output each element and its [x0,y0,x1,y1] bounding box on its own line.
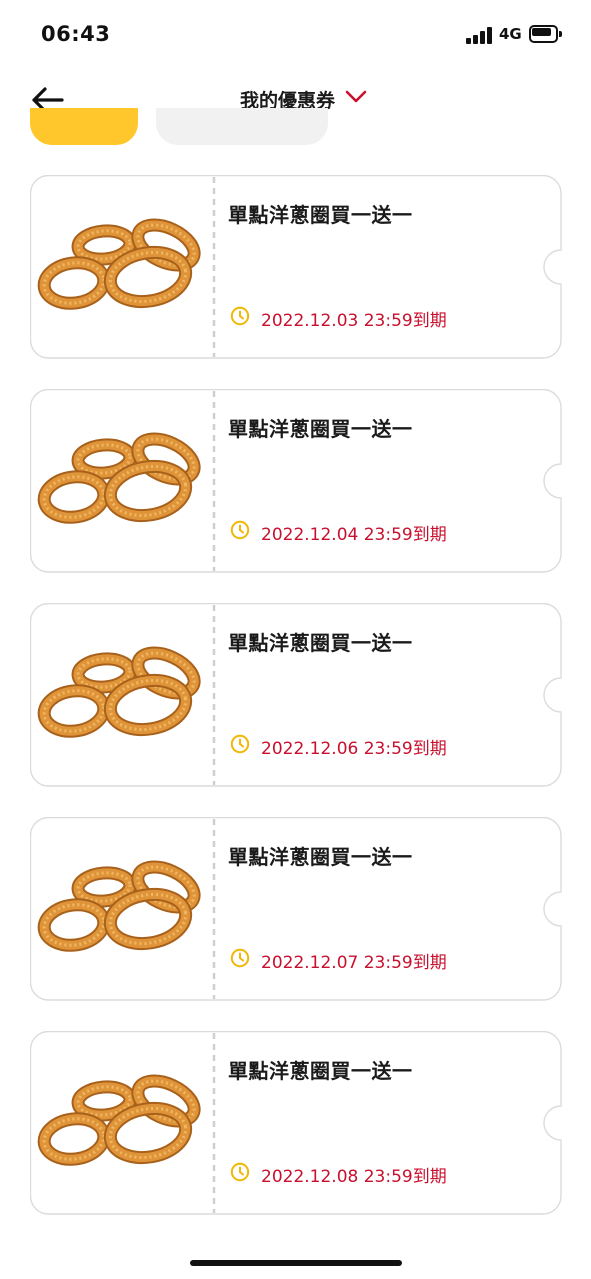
coupon-title: 單點洋蔥圈買一送一 [228,417,413,441]
coupon-list: 單點洋蔥圈買一送一 2022.12.03 23:59到期 單點洋蔥圈買一送一 2… [30,175,562,1245]
coupon-expiry: 2022.12.07 23:59到期 [261,953,447,973]
onion-rings-image [36,1071,208,1181]
onion-rings-image [36,215,208,325]
coupon-title: 單點洋蔥圈買一送一 [228,631,413,655]
network-type-label: 4G [499,25,522,43]
clock-icon [230,520,250,540]
clock-icon [230,948,250,968]
cellular-signal-icon [466,27,493,44]
clock-icon [230,306,250,326]
filter-chip-inactive[interactable] [156,108,328,145]
onion-rings-image [36,429,208,539]
onion-rings-image [36,857,208,967]
clock-icon [230,1162,250,1182]
chevron-down-icon[interactable] [344,88,368,106]
coupon-title: 單點洋蔥圈買一送一 [228,203,413,227]
coupon-expiry: 2022.12.08 23:59到期 [261,1167,447,1187]
status-time: 06:43 [41,22,111,46]
status-bar: 06:43 4G [0,0,591,70]
coupon-card[interactable]: 單點洋蔥圈買一送一 2022.12.03 23:59到期 [30,175,562,359]
coupon-title: 單點洋蔥圈買一送一 [228,1059,413,1083]
coupon-expiry: 2022.12.04 23:59到期 [261,525,447,545]
coupon-card[interactable]: 單點洋蔥圈買一送一 2022.12.08 23:59到期 [30,1031,562,1215]
coupon-expiry: 2022.12.06 23:59到期 [261,739,447,759]
coupon-title: 單點洋蔥圈買一送一 [228,845,413,869]
coupon-card[interactable]: 單點洋蔥圈買一送一 2022.12.06 23:59到期 [30,603,562,787]
coupon-card[interactable]: 單點洋蔥圈買一送一 2022.12.04 23:59到期 [30,389,562,573]
clock-icon [230,734,250,754]
onion-rings-image [36,643,208,753]
coupon-card[interactable]: 單點洋蔥圈買一送一 2022.12.07 23:59到期 [30,817,562,1001]
battery-icon [529,25,562,43]
coupon-expiry: 2022.12.03 23:59到期 [261,311,447,331]
home-indicator[interactable] [190,1260,402,1266]
filter-chip-active[interactable] [30,108,138,145]
